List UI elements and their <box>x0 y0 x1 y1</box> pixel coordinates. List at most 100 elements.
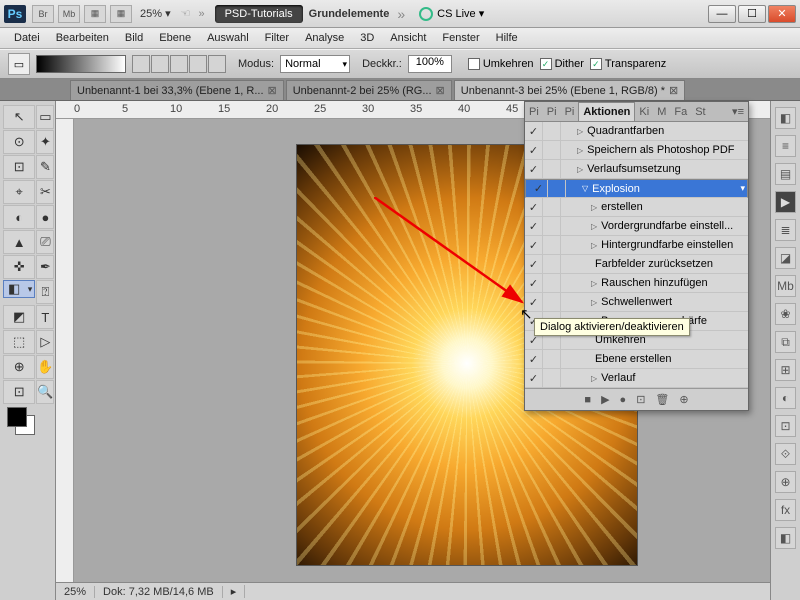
dialog-toggle[interactable] <box>543 255 561 273</box>
panel-tab[interactable]: Fa <box>670 106 691 118</box>
gradient-diamond[interactable] <box>208 55 226 73</box>
action-row[interactable]: ✓Farbfelder zurücksetzen <box>525 255 748 274</box>
minimize-button[interactable]: — <box>708 5 736 23</box>
tool-14[interactable]: ◧ <box>3 280 35 298</box>
rail-button-1[interactable]: ≡ <box>775 135 796 157</box>
gradient-reflected[interactable] <box>189 55 207 73</box>
rail-button-11[interactable]: ⊡ <box>775 415 796 437</box>
close-icon[interactable]: ⊠ <box>268 84 277 97</box>
status-zoom[interactable]: 25% <box>56 586 95 598</box>
action-row[interactable]: ✓▷Hintergrundfarbe einstellen <box>525 236 748 255</box>
menu-ebene[interactable]: Ebene <box>151 32 199 44</box>
action-row[interactable]: ✓▷Quadrantfarben <box>525 122 748 141</box>
zoom-level[interactable]: 25% ▾ <box>140 7 171 20</box>
workspace-name[interactable]: Grundelemente <box>309 8 390 20</box>
toggle-check[interactable]: ✓ <box>525 255 543 273</box>
doc-tab-2[interactable]: Unbenannt-2 bei 25% (RG...⊠ <box>286 80 452 100</box>
umkehren-check[interactable]: Umkehren <box>468 58 534 70</box>
action-row[interactable]: ✓▷erstellen <box>525 198 748 217</box>
rail-button-6[interactable]: Mb <box>775 275 796 297</box>
rail-button-3[interactable]: ▶ <box>775 191 796 213</box>
rail-button-13[interactable]: ⊕ <box>775 471 796 493</box>
panel-tab[interactable]: Pi <box>561 106 579 118</box>
dialog-toggle[interactable] <box>543 236 561 254</box>
toggle-check[interactable]: ✓ <box>525 217 543 235</box>
mini-bridge-button[interactable]: Mb <box>58 5 80 23</box>
fg-color[interactable] <box>7 407 27 427</box>
toggle-check[interactable]: ✓ <box>525 236 543 254</box>
workspace-more[interactable]: » <box>397 6 405 22</box>
tool-8[interactable]: ◐ <box>3 205 35 229</box>
action-row[interactable]: ✓Ebene erstellen <box>525 350 748 369</box>
play-button[interactable]: ▶ <box>601 393 609 406</box>
rail-button-4[interactable]: ≣ <box>775 219 796 241</box>
panel-tab[interactable]: M <box>653 106 670 118</box>
close-icon[interactable]: ⊠ <box>436 84 445 97</box>
action-row[interactable]: ✓▷Rauschen hinzufügen <box>525 274 748 293</box>
action-row[interactable]: ✓▽Explosion <box>525 179 748 198</box>
toggle-check[interactable]: ✓ <box>525 369 543 387</box>
menu-datei[interactable]: Datei <box>6 32 48 44</box>
tool-23[interactable]: 🔍 <box>36 380 54 404</box>
modus-select[interactable]: Normal <box>280 55 350 73</box>
menu-bearbeiten[interactable]: Bearbeiten <box>48 32 117 44</box>
toggle-check[interactable]: ✓ <box>525 350 543 368</box>
opacity-input[interactable]: 100% <box>408 55 452 73</box>
menu-ansicht[interactable]: Ansicht <box>382 32 434 44</box>
tool-0[interactable]: ↖ <box>3 105 35 129</box>
tool-20[interactable]: ⊕ <box>3 355 35 379</box>
transparenz-check[interactable]: ✓Transparenz <box>590 58 666 70</box>
tool-6[interactable]: ⌖ <box>3 180 35 204</box>
panel-tab[interactable]: Pi <box>543 106 561 118</box>
tool-16[interactable]: ◩ <box>3 305 35 329</box>
gradient-linear[interactable] <box>132 55 150 73</box>
dialog-toggle[interactable] <box>543 293 561 311</box>
trash-button[interactable]: 🗑 <box>655 393 669 406</box>
toggle-check[interactable]: ✓ <box>525 160 543 178</box>
dialog-toggle[interactable] <box>543 217 561 235</box>
tool-preset-icon[interactable]: ▭ <box>8 53 30 75</box>
rail-button-0[interactable]: ◧ <box>775 107 796 129</box>
status-arrow[interactable]: ▸ <box>223 585 246 598</box>
layout-button-1[interactable]: ▦ <box>84 5 106 23</box>
maximize-button[interactable]: ☐ <box>738 5 766 23</box>
rail-button-10[interactable]: ◐ <box>775 387 796 409</box>
tool-15[interactable]: ⍰ <box>36 280 54 304</box>
rail-button-14[interactable]: fx <box>775 499 796 521</box>
panel-tab[interactable]: Pi <box>525 106 543 118</box>
panel-tab[interactable]: St <box>691 106 709 118</box>
menu-fenster[interactable]: Fenster <box>434 32 487 44</box>
rail-button-12[interactable]: ⟐ <box>775 443 796 465</box>
tool-12[interactable]: ✜ <box>3 255 35 279</box>
gradient-angle[interactable] <box>170 55 188 73</box>
toggle-check[interactable]: ✓ <box>525 198 543 216</box>
stop-button[interactable]: ■ <box>584 394 591 406</box>
cs-live[interactable]: CS Live ▾ <box>419 7 484 21</box>
toggle-check[interactable]: ✓ <box>525 122 543 140</box>
menu-3d[interactable]: 3D <box>352 32 382 44</box>
dialog-toggle[interactable] <box>548 180 566 197</box>
panel-tab[interactable]: Ki <box>635 106 653 118</box>
doc-tab-3[interactable]: Unbenannt-3 bei 25% (Ebene 1, RGB/8) *⊠ <box>454 80 685 100</box>
rail-button-5[interactable]: ◪ <box>775 247 796 269</box>
dither-check[interactable]: ✓Dither <box>540 58 584 70</box>
menu-hilfe[interactable]: Hilfe <box>488 32 526 44</box>
new-set-button[interactable]: ⊡ <box>636 393 645 406</box>
dialog-toggle[interactable] <box>543 350 561 368</box>
tool-1[interactable]: ▭ <box>36 105 54 129</box>
tool-11[interactable]: ⎚ <box>36 230 54 254</box>
rail-button-7[interactable]: ❀ <box>775 303 796 325</box>
close-icon[interactable]: ⊠ <box>669 84 678 97</box>
color-swatch[interactable] <box>3 405 54 439</box>
panel-tab-aktionen[interactable]: Aktionen <box>578 102 635 121</box>
toggle-check[interactable]: ✓ <box>530 180 548 197</box>
gradient-radial[interactable] <box>151 55 169 73</box>
rail-button-15[interactable]: ◧ <box>775 527 796 549</box>
menu-auswahl[interactable]: Auswahl <box>199 32 257 44</box>
doc-tab-1[interactable]: Unbenannt-1 bei 33,3% (Ebene 1, R...⊠ <box>70 80 284 100</box>
tool-17[interactable]: T <box>36 305 54 329</box>
action-row[interactable]: ✓▷Verlaufsumsetzung <box>525 160 748 179</box>
toggle-check[interactable]: ✓ <box>525 141 543 159</box>
tool-5[interactable]: ✎ <box>36 155 54 179</box>
dialog-toggle[interactable] <box>543 160 561 178</box>
